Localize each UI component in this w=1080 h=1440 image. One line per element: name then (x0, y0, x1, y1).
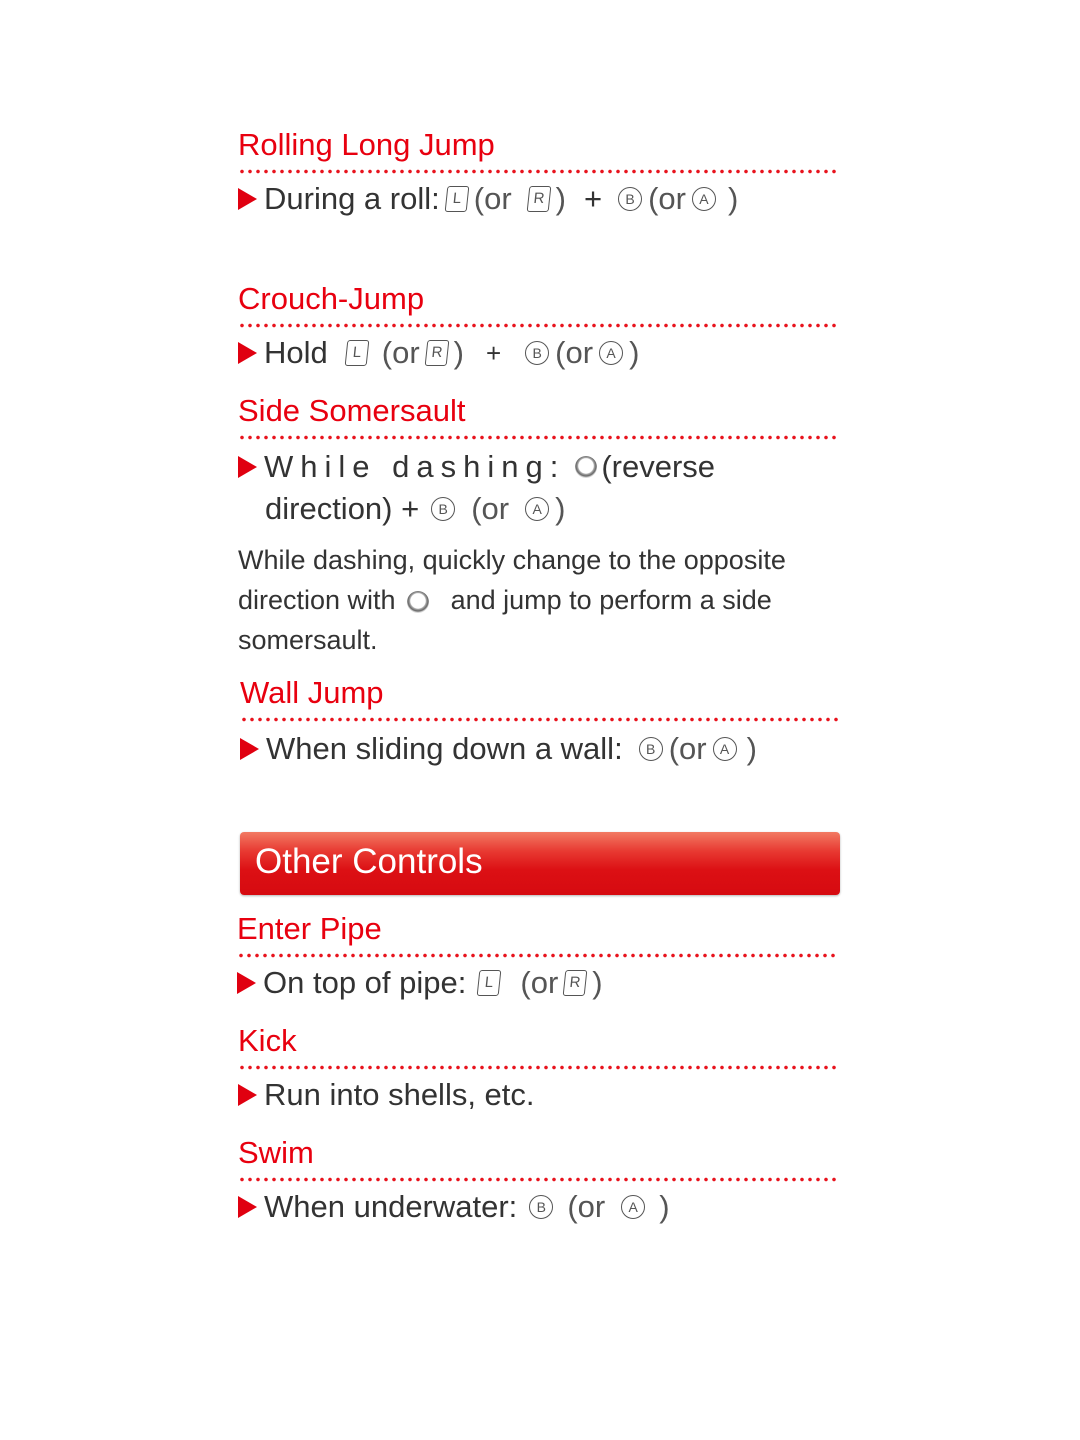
l-button-icon: L (444, 186, 470, 212)
r-button-icon: R (424, 340, 450, 366)
section-kick: Kick Run into shells, etc. (238, 1023, 840, 1114)
circle-pad-icon (407, 590, 430, 613)
control-text: When underwater: (264, 1189, 518, 1224)
paren-text: ) (659, 1189, 670, 1224)
dotted-divider (237, 953, 839, 958)
paren-text: ) (555, 181, 566, 216)
description-line: direction with and jump to perform a sid… (238, 580, 840, 620)
description-text: direction with (238, 585, 396, 615)
control-text: While dashing: (264, 449, 566, 484)
b-button-icon: B (618, 187, 643, 211)
description: While dashing, quickly change to the opp… (238, 540, 840, 660)
bullet-arrow-icon (238, 1084, 257, 1106)
dotted-divider (238, 169, 840, 174)
b-button-icon: B (529, 1195, 554, 1219)
control-line: During a roll: L (or R ) + B (or A ) (238, 180, 840, 218)
control-text: (reverse (601, 449, 716, 484)
section-banner-other-controls: Other Controls (240, 832, 840, 895)
bullet-arrow-icon (238, 1196, 257, 1218)
control-text: Run into shells, etc. (264, 1077, 535, 1112)
section-swim: Swim When underwater: B (or A ) (238, 1135, 840, 1226)
a-button-icon: A (712, 737, 737, 761)
section-rolling-long-jump: Rolling Long Jump During a roll: L (or R… (238, 127, 840, 218)
dotted-divider (238, 1065, 840, 1070)
section-title: Side Somersault (238, 393, 466, 428)
control-line: On top of pipe: L (or R ) (237, 964, 839, 1002)
a-button-icon: A (525, 497, 550, 521)
l-button-icon: L (344, 340, 370, 366)
dotted-divider (240, 717, 842, 722)
control-text: On top of pipe: (263, 965, 467, 1000)
dotted-divider (238, 323, 840, 328)
section-title: Swim (238, 1135, 314, 1170)
control-line: When sliding down a wall: B (or A ) (240, 730, 842, 768)
description-line: somersault. (238, 625, 378, 655)
r-button-icon: R (526, 186, 552, 212)
or-text: (or (555, 335, 594, 370)
bullet-arrow-icon (237, 972, 256, 994)
paren-text: ) (555, 491, 566, 526)
section-title: Enter Pipe (237, 911, 382, 946)
l-button-icon: L (477, 970, 502, 996)
dotted-divider (238, 1177, 840, 1182)
section-title: Rolling Long Jump (238, 127, 495, 162)
control-line: While dashing: (reverse (238, 448, 840, 486)
paren-text: ) (746, 731, 757, 766)
a-button-icon: A (691, 187, 716, 211)
control-text: When sliding down a wall: (266, 731, 623, 766)
or-text: (or (520, 965, 559, 1000)
a-button-icon: A (621, 1195, 646, 1219)
section-side-somersault: Side Somersault While dashing: (reverse … (238, 393, 840, 660)
or-text: (or (473, 181, 512, 216)
bullet-arrow-icon (238, 456, 257, 478)
control-text: direction) + (265, 491, 420, 526)
section-wall-jump: Wall Jump When sliding down a wall: B (o… (240, 675, 842, 768)
paren-text: ) (727, 181, 739, 216)
control-text: Hold (264, 335, 328, 370)
control-text: During a roll: (264, 181, 440, 216)
description-line: While dashing, quickly change to the opp… (238, 545, 786, 575)
bullet-arrow-icon (238, 188, 257, 210)
plus-text: + (485, 338, 502, 368)
or-text: (or (381, 335, 420, 370)
control-line: Run into shells, etc. (238, 1076, 840, 1114)
control-line: When underwater: B (or A ) (238, 1188, 840, 1226)
circle-pad-icon (575, 456, 598, 478)
or-text: (or (567, 1189, 606, 1224)
paren-text: ) (453, 335, 464, 370)
r-button-icon: R (562, 970, 588, 996)
section-title: Wall Jump (240, 675, 384, 710)
section-title: Kick (238, 1023, 297, 1058)
description-text: and jump to perform a side (450, 585, 772, 615)
banner-title: Other Controls (255, 842, 483, 881)
paren-text: ) (629, 335, 640, 370)
b-button-icon: B (638, 737, 663, 761)
bullet-arrow-icon (238, 342, 257, 364)
or-text: (or (471, 491, 510, 526)
section-crouch-jump: Crouch-Jump Hold L (or R ) + B (or A ) (238, 281, 840, 372)
dotted-divider (238, 435, 840, 440)
or-text: (or (668, 731, 707, 766)
a-button-icon: A (599, 341, 624, 365)
b-button-icon: B (525, 341, 550, 365)
control-line: Hold L (or R ) + B (or A ) (238, 334, 840, 372)
or-text: (or (648, 181, 686, 216)
bullet-arrow-icon (240, 738, 259, 760)
control-line-continued: direction) + B (or A ) (238, 490, 840, 528)
section-enter-pipe: Enter Pipe On top of pipe: L (or R ) (237, 911, 839, 1002)
section-title: Crouch-Jump (238, 281, 425, 316)
plus-text: + (583, 181, 603, 216)
paren-text: ) (592, 965, 603, 1000)
b-button-icon: B (431, 497, 456, 521)
